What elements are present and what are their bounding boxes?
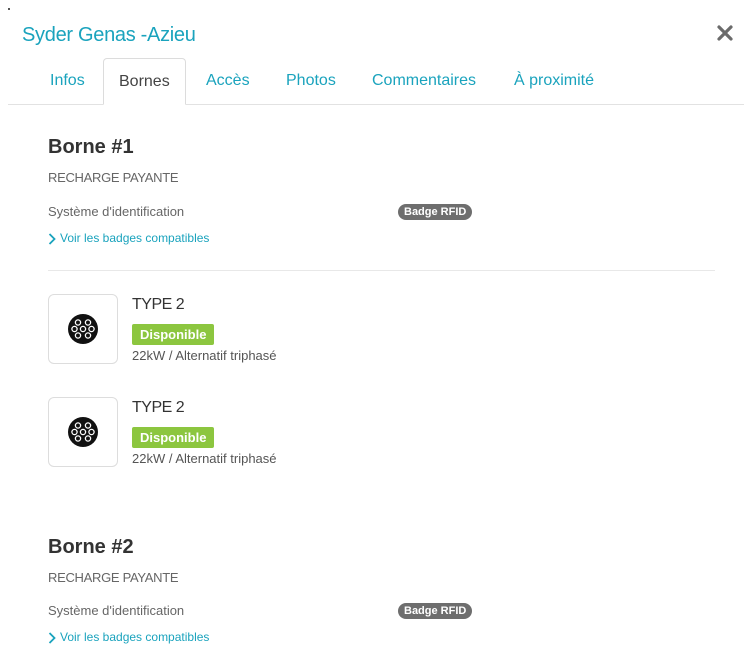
- chevron-right-icon: [48, 632, 56, 644]
- chevron-right-icon: [48, 233, 56, 245]
- borne-2-badges-link[interactable]: Voir les badges compatibles: [48, 630, 209, 644]
- connector-1-type: TYPE 2: [132, 296, 185, 313]
- borne-2-title: Borne #2: [48, 536, 134, 558]
- tab-bar: Infos Bornes Accès Photos Commentaires À…: [8, 58, 744, 105]
- page-title: Syder Genas -Azieu: [22, 24, 196, 46]
- borne-1-rfid-badge: Badge RFID: [398, 204, 473, 220]
- tab-bornes[interactable]: Bornes: [103, 58, 186, 105]
- divider: [48, 270, 715, 271]
- borne-2-badges-link-text: Voir les badges compatibles: [60, 630, 210, 644]
- close-button[interactable]: [714, 22, 736, 44]
- tab-a-proximite[interactable]: À proximité: [499, 58, 609, 104]
- connector-1-status-badge: Disponible: [132, 324, 215, 345]
- borne-2-rfid-badge: Badge RFID: [398, 603, 473, 619]
- type2-connector-icon: [68, 417, 98, 447]
- borne-1-badges-link[interactable]: Voir les badges compatibles: [48, 231, 209, 245]
- connector-2-type: TYPE 2: [132, 399, 185, 416]
- borne-1-ident-label: Système d'identification: [48, 204, 185, 219]
- tab-infos[interactable]: Infos: [35, 58, 100, 104]
- tab-photos[interactable]: Photos: [271, 58, 351, 104]
- connector-1-card[interactable]: [48, 294, 118, 364]
- close-icon: [717, 25, 733, 41]
- tab-commentaires[interactable]: Commentaires: [357, 58, 491, 104]
- corner-dot: [8, 8, 10, 10]
- borne-1-title: Borne #1: [48, 136, 134, 158]
- connector-2-power: 22kW / Alternatif triphasé: [132, 451, 277, 466]
- borne-2-ident-label: Système d'identification: [48, 603, 185, 618]
- connector-2-card[interactable]: [48, 397, 118, 467]
- connector-1-power: 22kW / Alternatif triphasé: [132, 348, 277, 363]
- borne-1-badges-link-text: Voir les badges compatibles: [60, 231, 210, 245]
- connector-2-status-badge: Disponible: [132, 427, 215, 448]
- borne-1-subtitle: RECHARGE PAYANTE: [48, 170, 179, 185]
- tab-acces[interactable]: Accès: [191, 58, 265, 104]
- type2-connector-icon: [68, 314, 98, 344]
- borne-2-subtitle: RECHARGE PAYANTE: [48, 570, 179, 585]
